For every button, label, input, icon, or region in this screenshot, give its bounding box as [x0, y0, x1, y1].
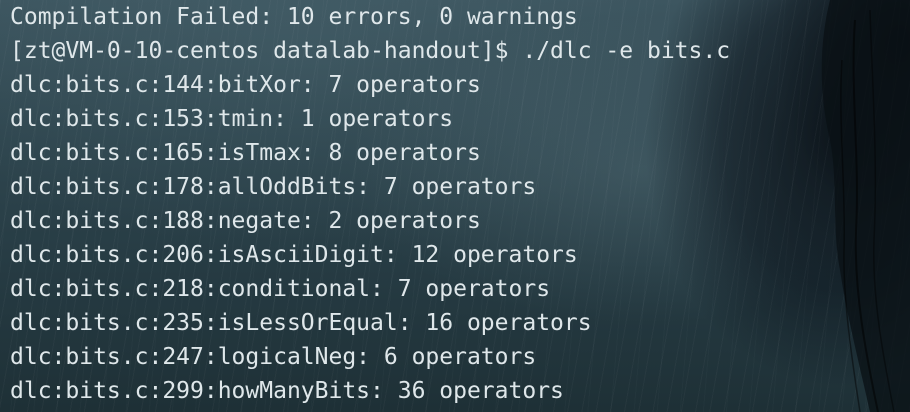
- terminal-line-negate: dlc:bits.c:188:negate: 2 operators: [10, 208, 481, 234]
- terminal-line-conditional: dlc:bits.c:218:conditional: 7 operators: [10, 276, 551, 302]
- terminal-line-islessorequal: dlc:bits.c:235:isLessOrEqual: 16 operato…: [10, 310, 592, 336]
- terminal-line-command-prompt: [zt@VM-0-10-centos datalab-handout]$ ./d…: [10, 38, 731, 64]
- terminal-line-tmin: dlc:bits.c:153:tmin: 1 operators: [10, 106, 454, 132]
- terminal-line-compile-status: Compilation Failed: 10 errors, 0 warning…: [10, 4, 578, 30]
- terminal-output[interactable]: Compilation Failed: 10 errors, 0 warning…: [10, 0, 910, 408]
- terminal-line-logicalneg: dlc:bits.c:247:logicalNeg: 6 operators: [10, 344, 537, 370]
- terminal-line-isasciidigit: dlc:bits.c:206:isAsciiDigit: 12 operator…: [10, 242, 578, 268]
- terminal-line-howmanybits: dlc:bits.c:299:howManyBits: 36 operators: [10, 378, 564, 404]
- terminal-line-istmax: dlc:bits.c:165:isTmax: 8 operators: [10, 140, 481, 166]
- terminal-line-alloddbits: dlc:bits.c:178:allOddBits: 7 operators: [10, 174, 537, 200]
- terminal-line-bitxor: dlc:bits.c:144:bitXor: 7 operators: [10, 72, 481, 98]
